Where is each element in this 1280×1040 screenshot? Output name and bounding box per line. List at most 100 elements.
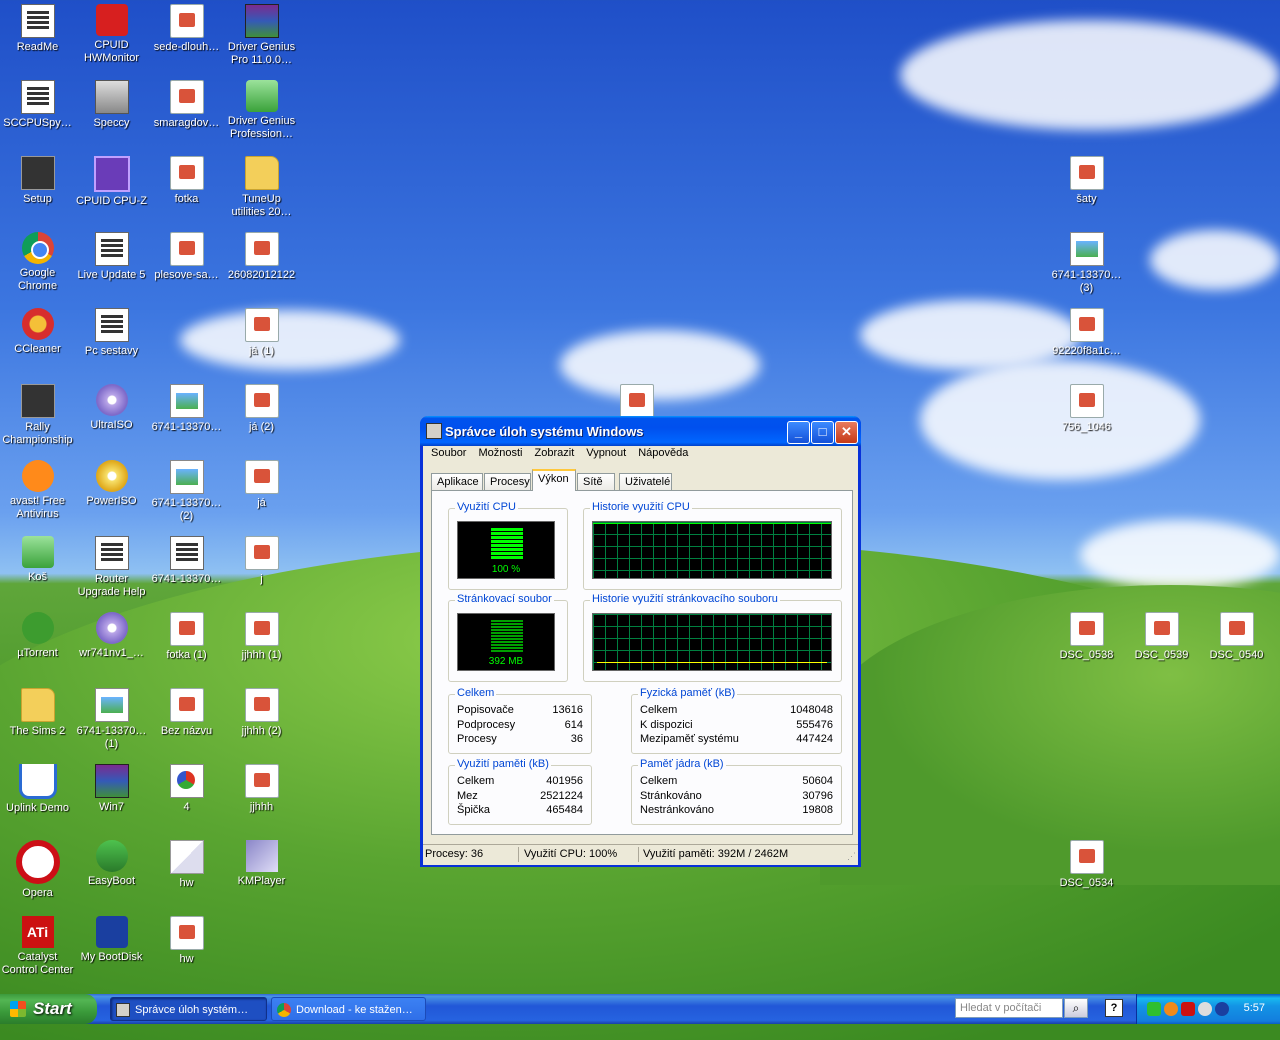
desktop-icon-liveupdate[interactable]: Live Update 5 <box>74 232 149 282</box>
image-file-icon <box>244 308 279 342</box>
desktop-search-input[interactable]: Hledat v počítači <box>955 998 1063 1018</box>
desktop-icon-dsc0538[interactable]: DSC_0538 <box>1049 612 1124 662</box>
desktop-icon-ccleaner[interactable]: CCleaner <box>0 308 75 356</box>
utorrent-icon <box>21 612 54 644</box>
desktop-icon-cpuz[interactable]: CPUID CPU-Z <box>74 156 149 208</box>
desktop-icon-sccpuspy[interactable]: SCCPUSpy… <box>0 80 75 130</box>
tab-aplikace[interactable]: Aplikace <box>431 473 483 490</box>
desktop-icon-rally[interactable]: Rally Championship <box>0 384 75 447</box>
desktop-icon-4[interactable]: 4 <box>149 764 224 814</box>
search-icon[interactable]: ⌕ <box>1064 998 1088 1018</box>
ati-icon[interactable] <box>1181 1002 1195 1016</box>
help-icon[interactable]: ? <box>1105 999 1123 1017</box>
tab-site[interactable]: Sítě <box>577 473 615 490</box>
desktop-icon-dsc0534[interactable]: DSC_0534 <box>1049 840 1124 890</box>
desktop-icon-tuneup[interactable]: TuneUp utilities 20… <box>224 156 299 219</box>
desktop-icon-fotka-1[interactable]: fotka (1) <box>149 612 224 662</box>
desktop-icon-6741-3[interactable]: 6741-13370… (3) <box>1049 232 1124 295</box>
desktop-icon-recycle-bin[interactable]: Koš <box>0 536 75 584</box>
desktop-icon-uplink[interactable]: Uplink Demo <box>0 764 75 815</box>
desktop-icon-fotka[interactable]: fotka <box>149 156 224 206</box>
menu-napoveda[interactable]: Nápověda <box>632 446 694 459</box>
desktop-icon-plesove[interactable]: plesove-sa… <box>149 232 224 282</box>
desktop-icon-ja-2[interactable]: já (2) <box>224 384 299 434</box>
maximize-button[interactable]: □ <box>811 421 834 444</box>
desktop-icon-setup[interactable]: Setup <box>0 156 75 206</box>
desktop-icon-6741-b[interactable]: 6741-13370… <box>149 536 224 586</box>
desktop-icon-jjhhh-1[interactable]: jjhhh (1) <box>224 612 299 662</box>
pagefile-title: Stránkovací soubor <box>455 593 554 605</box>
desktop-icon-wr741[interactable]: wr741nv1_… <box>74 612 149 660</box>
desktop-icon-drivergenius[interactable]: Driver Genius Pro 11.0.0… <box>224 4 299 67</box>
document-icon <box>20 80 55 114</box>
wifi-icon[interactable] <box>1215 1002 1229 1016</box>
desktop-icon-saty[interactable]: šaty <box>1049 156 1124 206</box>
desktop-icon-ja-1[interactable]: já (1) <box>224 308 299 358</box>
desktop-icon-utorrent[interactable]: µTorrent <box>0 612 75 660</box>
desktop-icon-jjhhh[interactable]: jjhhh <box>224 764 299 814</box>
menu-moznosti[interactable]: Možnosti <box>472 446 528 459</box>
tab-procesy[interactable]: Procesy <box>484 473 531 490</box>
desktop-icon-chrome[interactable]: Google Chrome <box>0 232 75 293</box>
pagefile-meter-bar <box>491 635 523 637</box>
desktop-icon-6741[interactable]: 6741-13370… <box>149 384 224 434</box>
desktop-icon-readme[interactable]: ReadMe <box>0 4 75 54</box>
menu-zobrazit[interactable]: Zobrazit <box>529 446 581 459</box>
desktop-icon-hw-2[interactable]: hw <box>149 916 224 966</box>
icon-label: µTorrent <box>17 647 58 659</box>
desktop-icon-756[interactable]: 756_1046 <box>1049 384 1124 434</box>
desktop-icon-beznazvu[interactable]: Bez názvu <box>149 688 224 738</box>
taskbar-button-task-manager[interactable]: Správce úloh systém… <box>110 997 267 1021</box>
desktop-icon-kmplayer[interactable]: KMPlayer <box>224 840 299 888</box>
title-bar[interactable]: Správce úloh systému Windows _ □ ✕ <box>420 416 861 446</box>
desktop-icon-opera[interactable]: Opera <box>0 840 75 900</box>
taskbar-button-chrome[interactable]: Download - ke stažen… <box>271 997 426 1021</box>
network-icon[interactable] <box>1147 1002 1161 1016</box>
status-separator <box>518 847 519 862</box>
desktop-icon-hw[interactable]: hw <box>149 840 224 890</box>
desktop-icon-j[interactable]: j <box>224 536 299 586</box>
desktop-icon-avast[interactable]: avast! Free Antivirus <box>0 460 75 521</box>
tab-vykon[interactable]: Výkon <box>532 469 576 491</box>
desktop-icon-mybootdisk[interactable]: My BootDisk <box>74 916 149 964</box>
desktop-icon-router-help[interactable]: Router Upgrade Help <box>74 536 149 599</box>
minimize-button[interactable]: _ <box>787 421 810 444</box>
task-manager-icon <box>116 1003 130 1017</box>
row-label: Mez <box>457 790 478 802</box>
desktop-icon-2608[interactable]: 26082012122 <box>224 232 299 282</box>
recycle-bin-icon <box>21 536 54 568</box>
desktop-icon-6741-1[interactable]: 6741-13370… (1) <box>74 688 149 751</box>
desktop-icon-speccy[interactable]: Speccy <box>74 80 149 130</box>
desktop-icon-sims2[interactable]: The Sims 2 <box>0 688 75 738</box>
desktop-icon-pcsestavy[interactable]: Pc sestavy <box>74 308 149 358</box>
commit-charge-title: Využití paměti (kB) <box>455 758 551 770</box>
desktop-icon-dsc0540[interactable]: DSC_0540 <box>1199 612 1274 662</box>
desktop-icon-poweriso[interactable]: PowerISO <box>74 460 149 508</box>
desktop-icon-sede[interactable]: sede-dlouh… <box>149 4 224 54</box>
opera-icon <box>15 840 60 884</box>
desktop-icon-92220[interactable]: 92220f8a1c… <box>1049 308 1124 358</box>
desktop-icon-drivergenius-pro[interactable]: Driver Genius Profession… <box>224 80 299 141</box>
desktop-icon-hwmonitor[interactable]: CPUID HWMonitor <box>74 4 149 65</box>
avast-icon[interactable] <box>1164 1002 1178 1016</box>
volume-icon[interactable] <box>1198 1002 1212 1016</box>
game-icon <box>20 384 55 418</box>
start-button[interactable]: Start <box>0 994 97 1024</box>
desktop-icon-smaragd[interactable]: smaragdov… <box>149 80 224 130</box>
row-value: 447424 <box>796 733 833 745</box>
desktop-icon-6741-2[interactable]: 6741-13370… (2) <box>149 460 224 523</box>
desktop-icon-easyboot[interactable]: EasyBoot <box>74 840 149 888</box>
pagefile-meter-bar <box>491 632 523 634</box>
menu-vypnout[interactable]: Vypnout <box>580 446 632 459</box>
menu-soubor[interactable]: Soubor <box>425 446 472 459</box>
close-button[interactable]: ✕ <box>835 421 858 444</box>
desktop-icon-catalyst[interactable]: ATi Catalyst Control Center <box>0 916 75 977</box>
resize-grip-icon[interactable]: ⋰ <box>847 851 856 862</box>
tab-uzivatele[interactable]: Uživatelé <box>619 473 672 490</box>
desktop-icon-ultraiso[interactable]: UltraISO <box>74 384 149 432</box>
desktop-icon-dsc0539[interactable]: DSC_0539 <box>1124 612 1199 662</box>
desktop-icon-win7[interactable]: Win7 <box>74 764 149 814</box>
disc-icon <box>95 384 128 416</box>
desktop-icon-jjhhh-2[interactable]: jjhhh (2) <box>224 688 299 738</box>
desktop-icon-ja[interactable]: já <box>224 460 299 510</box>
